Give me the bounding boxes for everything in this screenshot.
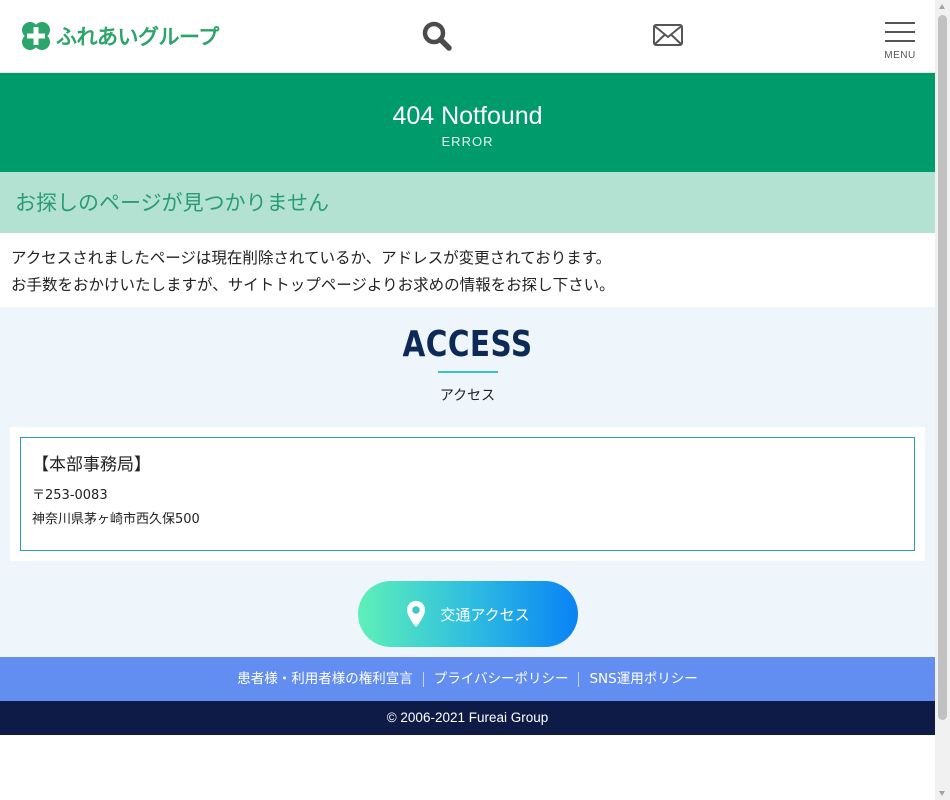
scrollbar-thumb[interactable] — [938, 15, 947, 720]
office-postal-code: 〒253-0083 — [32, 488, 108, 503]
map-pin-icon — [407, 601, 426, 627]
hamburger-icon-bar — [885, 40, 915, 42]
error-heading-band: お探しのページが見つかりません — [0, 172, 935, 233]
site-header: ふれあいグループ MENU — [0, 0, 935, 73]
page-title-band: 404 Notfound ERROR — [0, 73, 935, 172]
transport-access-label: 交通アクセス — [440, 605, 530, 624]
error-message-line: アクセスされましたページは現在削除されているか、アドレスが変更されております。 — [11, 249, 612, 267]
hamburger-icon-bar — [885, 22, 915, 24]
transport-access-button[interactable]: 交通アクセス — [358, 581, 578, 647]
page-title: 404 Notfound — [392, 102, 543, 130]
footer-link-sns-policy[interactable]: SNS運用ポリシー — [578, 671, 707, 687]
error-message-line: お手数をおかけいたしますが、サイトトップページよりお求めの情報をお探し下さい。 — [11, 276, 615, 294]
access-section: ACCESS アクセス 【本部事務局】 〒253-0083 神奈川県茅ヶ崎市西久… — [0, 307, 935, 657]
title-underline — [437, 371, 498, 373]
page-subtitle: ERROR — [441, 133, 494, 149]
copyright: © 2006-2021 Fureai Group — [0, 701, 935, 735]
office-title: 【本部事務局】 — [32, 455, 151, 475]
menu-label: MENU — [884, 50, 916, 61]
office-address: 神奈川県茅ヶ崎市西久保500 — [32, 512, 200, 527]
office-card: 【本部事務局】 〒253-0083 神奈川県茅ヶ崎市西久保500 — [10, 427, 925, 561]
access-title: ACCESS — [402, 324, 533, 365]
cross-logo-icon — [20, 20, 52, 52]
search-button[interactable] — [420, 20, 454, 54]
office-info-box: 【本部事務局】 〒253-0083 神奈川県茅ヶ崎市西久保500 — [20, 437, 915, 551]
page: ふれあいグループ MENU 404 Notfound ERROR お探しのページ… — [0, 0, 935, 735]
hamburger-icon-bar — [885, 31, 915, 33]
scroll-up-arrow-icon[interactable] — [939, 4, 945, 9]
scroll-down-arrow-icon[interactable] — [939, 791, 945, 796]
error-message: アクセスされましたページは現在削除されているか、アドレスが変更されております。 … — [0, 233, 935, 307]
site-logo[interactable]: ふれあいグループ — [20, 20, 219, 52]
menu-button[interactable]: MENU — [884, 20, 916, 62]
search-icon — [422, 21, 452, 51]
footer-link-patient-rights[interactable]: 患者様・利用者様の権利宣言 — [227, 671, 423, 687]
footer-link-privacy-policy[interactable]: プライバシーポリシー — [422, 671, 579, 687]
access-subtitle: アクセス — [439, 388, 496, 404]
vertical-scrollbar[interactable] — [935, 0, 950, 800]
contact-mail-button[interactable] — [652, 22, 684, 50]
footer-links: 患者様・利用者様の権利宣言 プライバシーポリシー SNS運用ポリシー — [0, 657, 935, 701]
logo-text: ふれあいグループ — [56, 25, 219, 49]
mail-icon — [653, 24, 683, 46]
error-heading: お探しのページが見つかりません — [15, 191, 329, 215]
